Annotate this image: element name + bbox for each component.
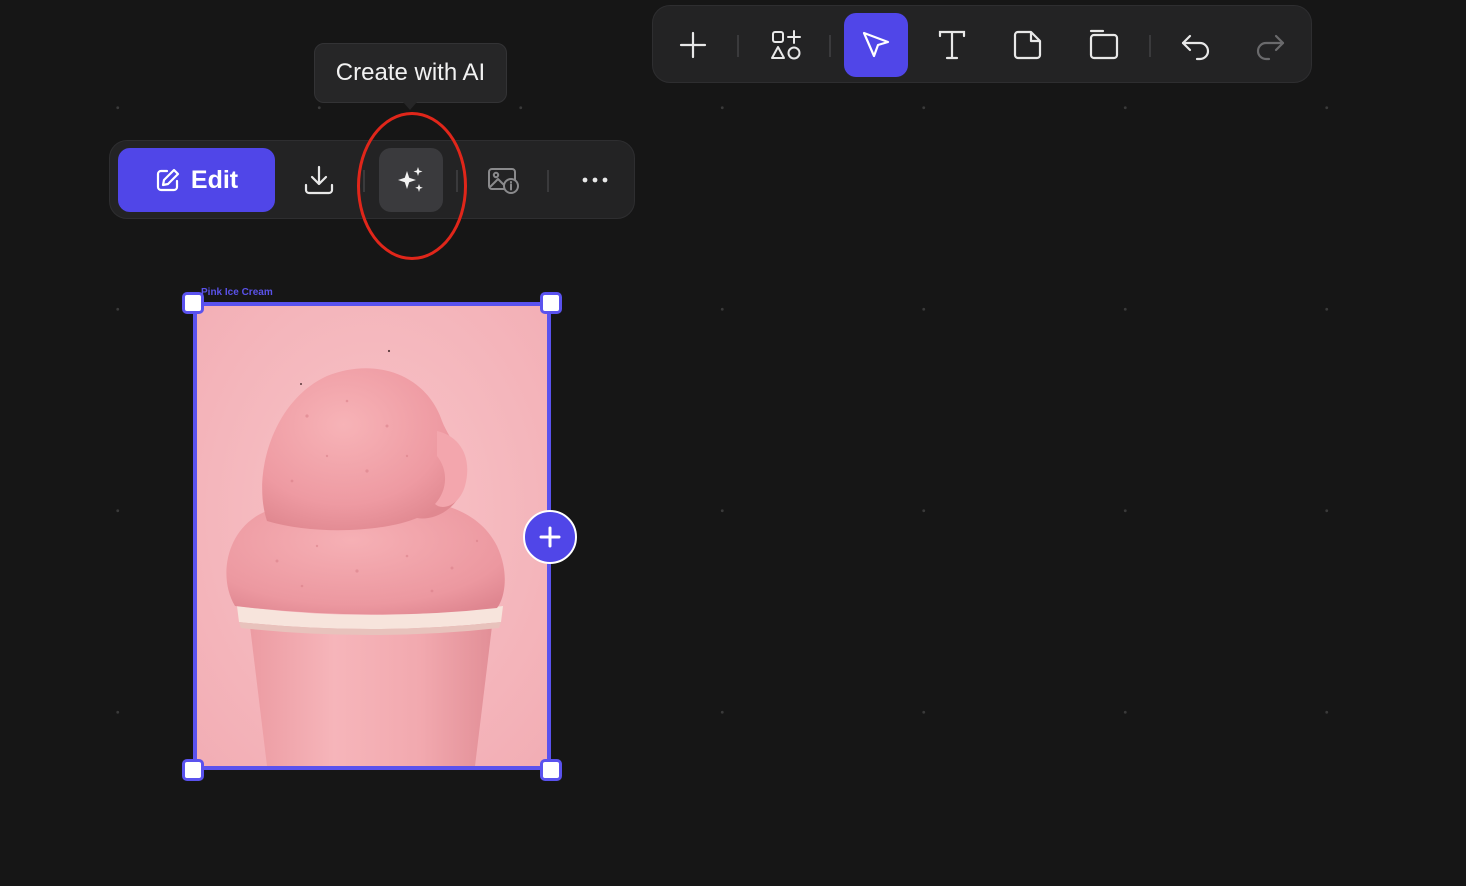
image-info-icon	[488, 168, 519, 194]
toolbar-divider	[1149, 35, 1151, 57]
text-tool-button[interactable]	[920, 13, 984, 77]
undo-icon	[1181, 34, 1210, 61]
resize-handle-bottom-right[interactable]	[540, 759, 562, 781]
resize-handle-bottom-left[interactable]	[182, 759, 204, 781]
cursor-icon	[862, 31, 890, 58]
tooltip-text: Create with AI	[335, 59, 486, 86]
image-info-button[interactable]	[471, 148, 535, 212]
select-tool-button[interactable]	[844, 13, 908, 77]
sparkles-icon	[398, 167, 423, 192]
redo-icon	[1256, 34, 1285, 61]
tooltip: Create with AI	[314, 43, 507, 103]
add-tool-button[interactable]	[661, 13, 725, 77]
redo-button[interactable]	[1238, 13, 1302, 77]
frame-label: Pink Ice Cream	[201, 287, 273, 298]
frame-icon	[1089, 29, 1119, 60]
text-icon	[938, 30, 966, 60]
resize-handle-top-right[interactable]	[540, 292, 562, 314]
more-icon	[582, 177, 608, 183]
plus-icon	[679, 31, 707, 59]
shapes-icon	[771, 30, 801, 60]
edit-button[interactable]: Edit	[118, 148, 275, 212]
add-next-button[interactable]	[523, 510, 577, 564]
toolbar-divider	[737, 35, 739, 57]
tooltip-arrow	[403, 102, 417, 110]
toolbar-divider	[547, 170, 549, 192]
toolbar-divider	[829, 35, 831, 57]
image-frame[interactable]	[193, 302, 551, 770]
sticky-note-icon	[1013, 30, 1042, 60]
plus-icon	[539, 526, 561, 548]
resize-handle-top-left[interactable]	[182, 292, 204, 314]
edit-icon	[156, 168, 179, 192]
edit-button-label: Edit	[190, 165, 239, 194]
context-toolbar: Edit	[109, 140, 635, 219]
frame-tool-button[interactable]	[1072, 13, 1136, 77]
download-icon	[304, 165, 334, 195]
sticky-note-tool-button[interactable]	[996, 13, 1060, 77]
toolbar-divider	[363, 170, 365, 192]
main-toolbar	[652, 5, 1312, 83]
undo-button[interactable]	[1164, 13, 1228, 77]
ice-cream-image	[197, 306, 547, 766]
download-button[interactable]	[287, 148, 351, 212]
create-with-ai-button[interactable]	[379, 148, 443, 212]
more-options-button[interactable]	[563, 148, 627, 212]
toolbar-divider	[456, 170, 458, 192]
shapes-tool-button[interactable]	[754, 13, 818, 77]
